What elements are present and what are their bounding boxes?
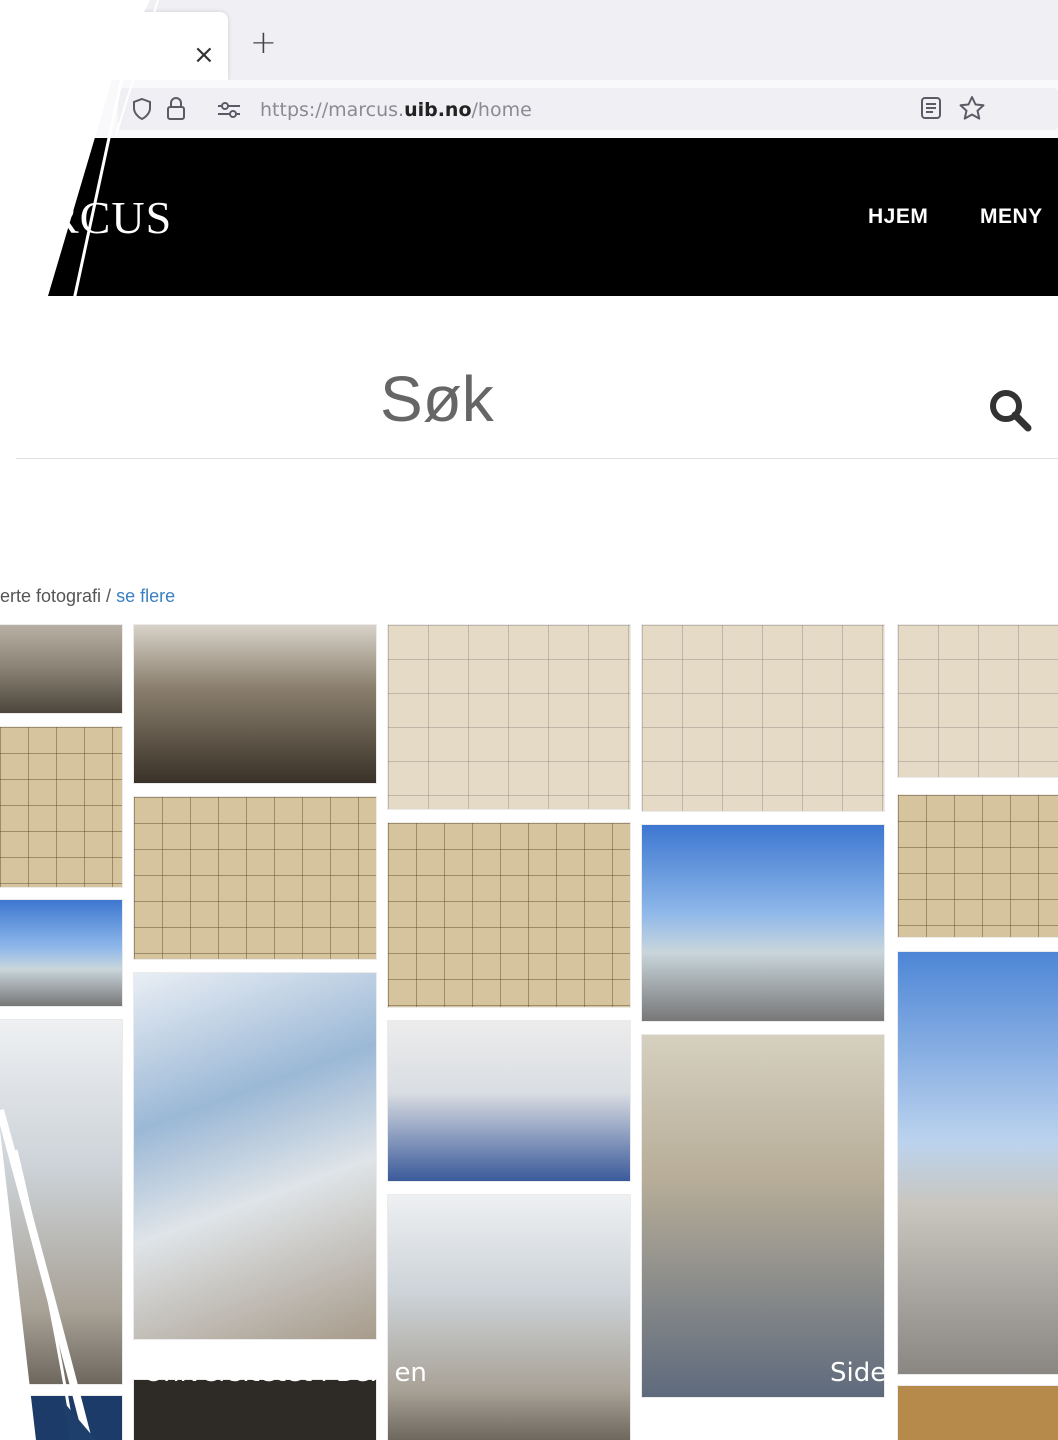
- slide-footer-left-main: Universitetet i Ber: [144, 1358, 381, 1388]
- gallery-tile[interactable]: [642, 625, 884, 811]
- gallery-tile[interactable]: [642, 825, 884, 1021]
- reader-view-icon[interactable]: [920, 96, 942, 120]
- slide-footer-left-tail: en: [394, 1358, 427, 1388]
- gallery-tile[interactable]: [388, 1021, 630, 1181]
- url-text[interactable]: https://marcus.uib.no/home: [260, 99, 532, 121]
- gallery-tile[interactable]: [134, 797, 376, 959]
- browser-tab-active[interactable]: ×: [0, 12, 228, 80]
- gallery-tile[interactable]: [0, 625, 122, 713]
- nav-hjem[interactable]: HJEM: [868, 205, 928, 229]
- permissions-icon[interactable]: [216, 100, 242, 120]
- address-bar[interactable]: [118, 88, 1058, 130]
- search-icon[interactable]: [986, 386, 1034, 434]
- gallery-tile[interactable]: [388, 1195, 630, 1440]
- bookmark-star-icon[interactable]: [958, 95, 986, 121]
- new-tab-button[interactable]: +: [250, 26, 277, 58]
- search-underline: [16, 458, 1058, 459]
- gallery-tile[interactable]: [0, 727, 122, 887]
- gallery-tile[interactable]: [0, 900, 122, 1006]
- close-tab-icon[interactable]: ×: [193, 42, 215, 68]
- gallery-tile[interactable]: [134, 1380, 376, 1440]
- gallery-tile[interactable]: [898, 625, 1058, 777]
- section-heading: erte fotografi / se flere: [0, 586, 175, 607]
- gallery-tile[interactable]: [898, 952, 1058, 1374]
- slide-footer-left: Universitetet i Ber en: [144, 1358, 427, 1388]
- gallery-tile[interactable]: [898, 1386, 1058, 1440]
- lock-icon[interactable]: [166, 96, 186, 122]
- gallery-tile[interactable]: [0, 1020, 122, 1384]
- gallery-tile[interactable]: [134, 625, 376, 783]
- search-input[interactable]: Søk: [380, 362, 494, 436]
- url-domain: uib.no: [404, 99, 472, 121]
- site-logo[interactable]: RCUS: [48, 191, 172, 244]
- gallery-tile[interactable]: [134, 973, 376, 1339]
- see-more-link[interactable]: se flere: [116, 586, 175, 606]
- url-prefix: https://marcus.: [260, 99, 405, 121]
- gallery-tile[interactable]: [898, 795, 1058, 937]
- shield-icon[interactable]: [132, 97, 152, 121]
- gallery-tile[interactable]: [642, 1035, 884, 1397]
- nav-meny[interactable]: MENY: [980, 205, 1043, 229]
- browser-tab-strip: × +: [0, 0, 1058, 80]
- gallery-tile[interactable]: [0, 1396, 122, 1440]
- url-path: /home: [471, 99, 532, 121]
- section-heading-text: erte fotografi /: [0, 586, 112, 606]
- slide-footer-right: Side: [830, 1358, 887, 1388]
- gallery-tile[interactable]: [388, 823, 630, 1007]
- gallery-tile[interactable]: [388, 625, 630, 809]
